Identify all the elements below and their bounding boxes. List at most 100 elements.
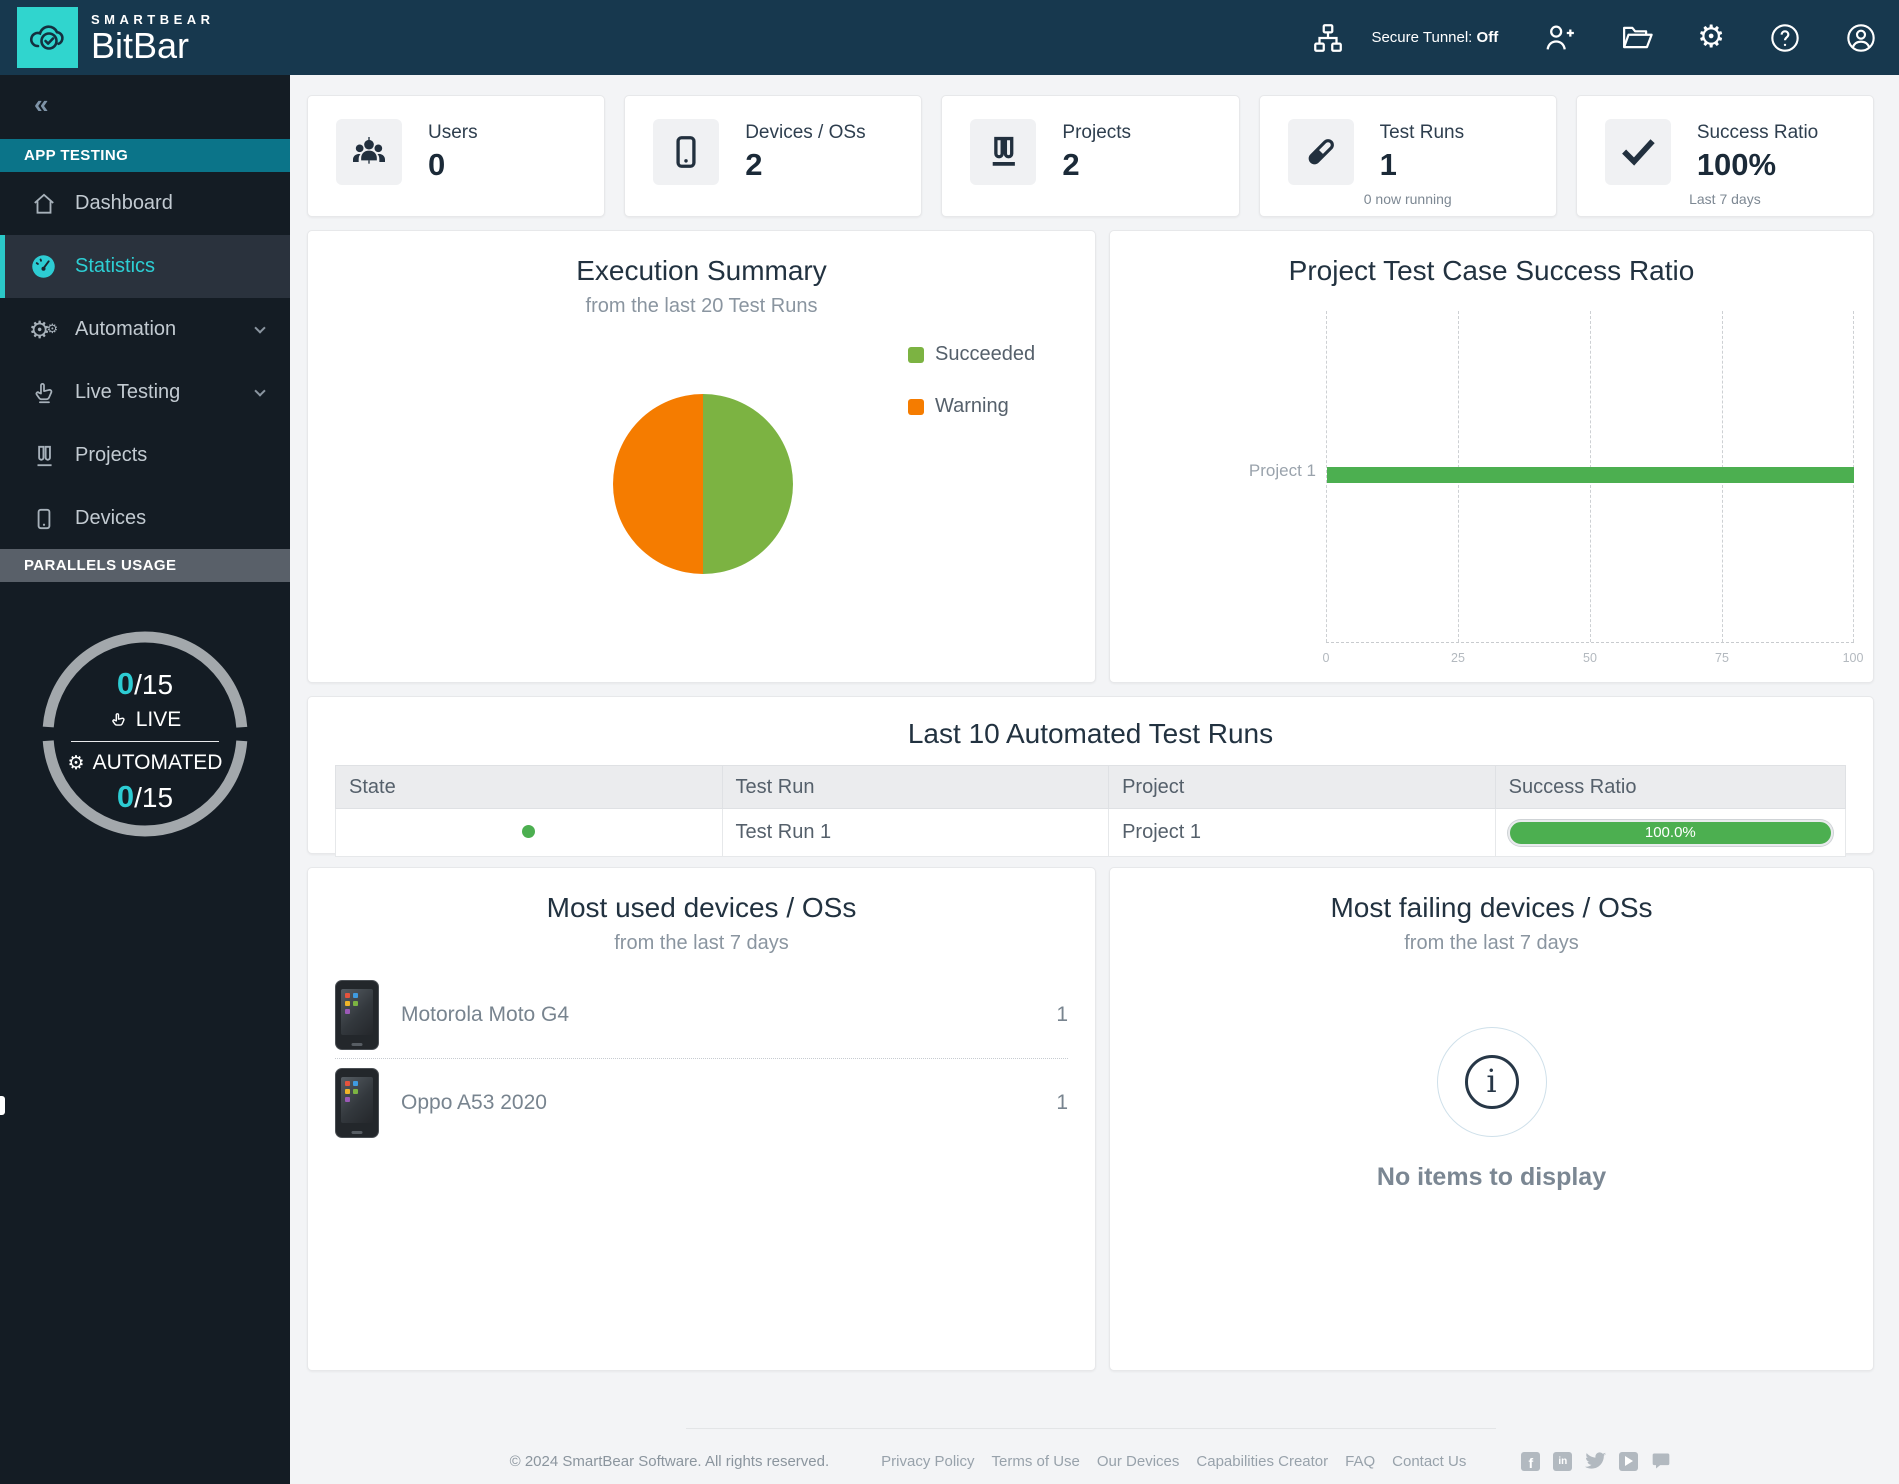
sidebar: « APP TESTING Dashboard Statistics ⚙ ⚙ Au… bbox=[0, 75, 290, 1484]
secure-tunnel-label: Secure Tunnel: bbox=[1371, 29, 1473, 46]
stat-value: 2 bbox=[1062, 146, 1080, 182]
bottom-row: Most used devices / OSs from the last 7 … bbox=[307, 867, 1874, 1371]
stat-sub: Last 7 days bbox=[1689, 191, 1761, 207]
sidebar-item-live-testing[interactable]: Live Testing bbox=[0, 361, 290, 424]
footer-link-faq[interactable]: FAQ bbox=[1345, 1453, 1375, 1470]
project-success-ratio-card: Project Test Case Success Ratio Project … bbox=[1109, 230, 1874, 683]
pie-legend: Succeeded Warning bbox=[908, 343, 1035, 447]
sidebar-nav: Dashboard Statistics ⚙ ⚙ Automation Live… bbox=[0, 172, 290, 550]
projects-folder-icon[interactable] bbox=[1620, 21, 1653, 54]
stat-sub: 0 now running bbox=[1363, 191, 1452, 207]
legend-item-warning: Warning bbox=[908, 395, 1035, 418]
live-usage-value: 0/15 bbox=[39, 666, 251, 702]
stat-value: 2 bbox=[745, 146, 763, 182]
sidebar-item-devices[interactable]: Devices bbox=[0, 487, 290, 550]
success-ratio-cell: 100.0% bbox=[1494, 808, 1847, 857]
secure-tunnel-status[interactable]: Secure Tunnel: Off bbox=[1371, 29, 1498, 46]
tick-label: 75 bbox=[1715, 651, 1729, 665]
x-axis-ticks: 0 25 50 75 100 bbox=[1323, 651, 1864, 667]
automated-label: AUTOMATED bbox=[92, 751, 223, 774]
automated-total: /15 bbox=[134, 782, 174, 813]
most-used-devices-card: Most used devices / OSs from the last 7 … bbox=[307, 867, 1096, 1371]
device-thumbnail bbox=[335, 1068, 379, 1138]
footer-link-privacy[interactable]: Privacy Policy bbox=[881, 1453, 974, 1470]
navbar-actions: Secure Tunnel: Off ⚙ bbox=[1267, 21, 1899, 55]
col-state: State bbox=[335, 765, 723, 809]
secure-tunnel-icon[interactable] bbox=[1311, 21, 1345, 55]
device-row[interactable]: Oppo A53 2020 1 bbox=[335, 1059, 1068, 1147]
brand-product: BitBar bbox=[91, 24, 190, 66]
legend-label: Warning bbox=[935, 395, 1009, 417]
stat-label: Users bbox=[428, 121, 478, 143]
account-icon[interactable] bbox=[1845, 22, 1877, 54]
copyright-text: © 2024 SmartBear Software. All rights re… bbox=[509, 1452, 830, 1470]
project-success-ratio-title: Project Test Case Success Ratio bbox=[1288, 255, 1695, 286]
sidebar-item-label: Live Testing bbox=[75, 381, 181, 403]
smartbear-cloud-icon bbox=[29, 24, 64, 50]
sidebar-item-label: Devices bbox=[75, 507, 147, 529]
sidebar-item-projects[interactable]: Projects bbox=[0, 424, 290, 487]
footer-link-capabilities[interactable]: Capabilities Creator bbox=[1196, 1453, 1328, 1470]
invite-user-icon[interactable] bbox=[1542, 21, 1576, 55]
sidebar-item-label: Automation bbox=[75, 318, 177, 340]
info-glyph: i bbox=[1464, 1055, 1519, 1109]
col-success-ratio: Success Ratio bbox=[1494, 765, 1847, 809]
device-name: Oppo A53 2020 bbox=[401, 1091, 547, 1114]
automation-gears-icon: ⚙ bbox=[67, 752, 85, 774]
last-test-runs-title: Last 10 Automated Test Runs bbox=[907, 718, 1274, 749]
execution-summary-subtitle: from the last 20 Test Runs bbox=[585, 295, 818, 317]
automated-usage-value: 0/15 bbox=[39, 779, 251, 815]
test-tubes-icon bbox=[970, 119, 1037, 185]
linkedin-icon[interactable]: in bbox=[1553, 1451, 1573, 1471]
most-failing-devices-card: Most failing devices / OSs from the last… bbox=[1109, 867, 1874, 1371]
success-state-dot bbox=[522, 825, 536, 838]
stat-value: 0 bbox=[428, 146, 446, 182]
footer-links: Privacy Policy Terms of Use Our Devices … bbox=[881, 1453, 1466, 1470]
project-cell: Project 1 bbox=[1108, 808, 1496, 857]
edge-handle[interactable] bbox=[0, 1096, 5, 1115]
settings-gear-icon[interactable]: ⚙ bbox=[1697, 22, 1725, 53]
live-count: 0 bbox=[116, 666, 135, 701]
social-icons: f in bbox=[1521, 1451, 1671, 1471]
test-runs-table: State Test Run Project Success Ratio Tes… bbox=[335, 765, 1847, 857]
device-thumbnail bbox=[335, 979, 379, 1050]
section-app-testing: APP TESTING bbox=[0, 139, 290, 172]
footer-link-terms[interactable]: Terms of Use bbox=[992, 1453, 1080, 1470]
stat-value: 100% bbox=[1696, 146, 1777, 182]
most-used-title: Most used devices / OSs bbox=[546, 892, 857, 923]
stat-card-success-ratio: Success Ratio 100% Last 7 days bbox=[1575, 95, 1875, 217]
twitter-icon[interactable] bbox=[1585, 1452, 1607, 1470]
live-label: LIVE bbox=[135, 708, 182, 731]
sidebar-item-automation[interactable]: ⚙ ⚙ Automation bbox=[0, 298, 290, 361]
test-run-cell: Test Run 1 bbox=[721, 808, 1110, 857]
success-ratio-bar: 100.0% bbox=[1507, 819, 1833, 846]
last-test-runs-card: Last 10 Automated Test Runs State Test R… bbox=[307, 696, 1874, 857]
info-icon: i bbox=[1436, 1027, 1547, 1137]
home-icon bbox=[30, 190, 57, 217]
sidebar-collapse-button[interactable]: « bbox=[34, 89, 48, 120]
stat-card-devices: Devices / OSs 2 bbox=[624, 95, 923, 217]
help-icon[interactable] bbox=[1769, 22, 1801, 54]
legend-label: Succeeded bbox=[935, 343, 1036, 365]
col-test-run: Test Run bbox=[721, 765, 1110, 809]
facebook-icon[interactable]: f bbox=[1521, 1451, 1541, 1471]
sidebar-item-dashboard[interactable]: Dashboard bbox=[0, 172, 290, 235]
stat-label: Devices / OSs bbox=[745, 121, 866, 143]
project1-bar bbox=[1327, 467, 1854, 483]
device-count: 1 bbox=[1056, 1091, 1068, 1114]
stat-label: Projects bbox=[1062, 121, 1132, 143]
footer: © 2024 SmartBear Software. All rights re… bbox=[307, 1451, 1874, 1471]
execution-summary-pie-chart bbox=[613, 394, 793, 574]
table-row[interactable]: Test Run 1 Project 1 100.0% bbox=[335, 808, 1847, 857]
device-row[interactable]: Motorola Moto G4 1 bbox=[335, 971, 1068, 1059]
sidebar-item-statistics[interactable]: Statistics bbox=[0, 235, 290, 298]
youtube-icon[interactable] bbox=[1619, 1451, 1639, 1471]
footer-link-contact[interactable]: Contact Us bbox=[1392, 1453, 1466, 1470]
footer-link-devices[interactable]: Our Devices bbox=[1097, 1453, 1180, 1470]
tick-label: 100 bbox=[1842, 651, 1864, 665]
bitbar-logo[interactable] bbox=[17, 7, 78, 68]
most-used-subtitle: from the last 7 days bbox=[614, 932, 789, 954]
tick-label: 50 bbox=[1583, 651, 1597, 665]
hand-tap-icon bbox=[111, 712, 125, 726]
chat-icon[interactable] bbox=[1651, 1451, 1671, 1471]
